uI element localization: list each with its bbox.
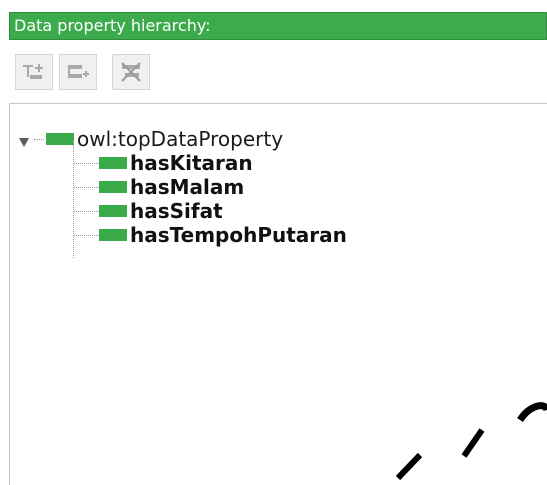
tree-node-hasMalam[interactable]: hasMalam xyxy=(73,174,244,200)
data-property-icon xyxy=(46,133,74,145)
root-property-label: owl:topDataProperty xyxy=(77,127,284,151)
property-label: hasMalam xyxy=(130,175,245,199)
tree-connector xyxy=(73,234,99,236)
data-property-icon xyxy=(99,205,127,217)
property-label: hasTempohPutaran xyxy=(130,223,347,247)
tree-connector xyxy=(73,210,99,212)
data-property-icon xyxy=(99,181,127,193)
add-sibling-property-icon xyxy=(66,62,90,82)
data-property-icon xyxy=(99,229,127,241)
property-tree: owl:topDataProperty hasKitaran hasMalam … xyxy=(9,103,547,485)
data-property-hierarchy-panel: Data property hierarchy: owl:topDataProp… xyxy=(9,12,547,485)
panel-title: Data property hierarchy: xyxy=(9,12,547,40)
add-sibling-property-button[interactable] xyxy=(59,54,97,90)
tree-connector xyxy=(34,138,44,140)
tree-connector xyxy=(73,162,99,164)
tree-node-root[interactable]: owl:topDataProperty xyxy=(18,126,283,152)
property-label: hasSifat xyxy=(130,199,223,223)
add-subproperty-button[interactable] xyxy=(15,54,53,90)
expand-triangle-icon[interactable] xyxy=(18,133,30,147)
tree-node-hasSifat[interactable]: hasSifat xyxy=(73,198,223,224)
add-subproperty-icon xyxy=(22,62,46,82)
toolbar xyxy=(9,40,547,103)
property-label: hasKitaran xyxy=(130,151,253,175)
tree-connector xyxy=(73,186,99,188)
data-property-icon xyxy=(99,157,127,169)
tree-node-hasKitaran[interactable]: hasKitaran xyxy=(73,150,253,176)
delete-property-icon xyxy=(119,61,143,83)
tree-node-hasTempohPutaran[interactable]: hasTempohPutaran xyxy=(73,222,347,248)
delete-property-button[interactable] xyxy=(112,54,150,90)
